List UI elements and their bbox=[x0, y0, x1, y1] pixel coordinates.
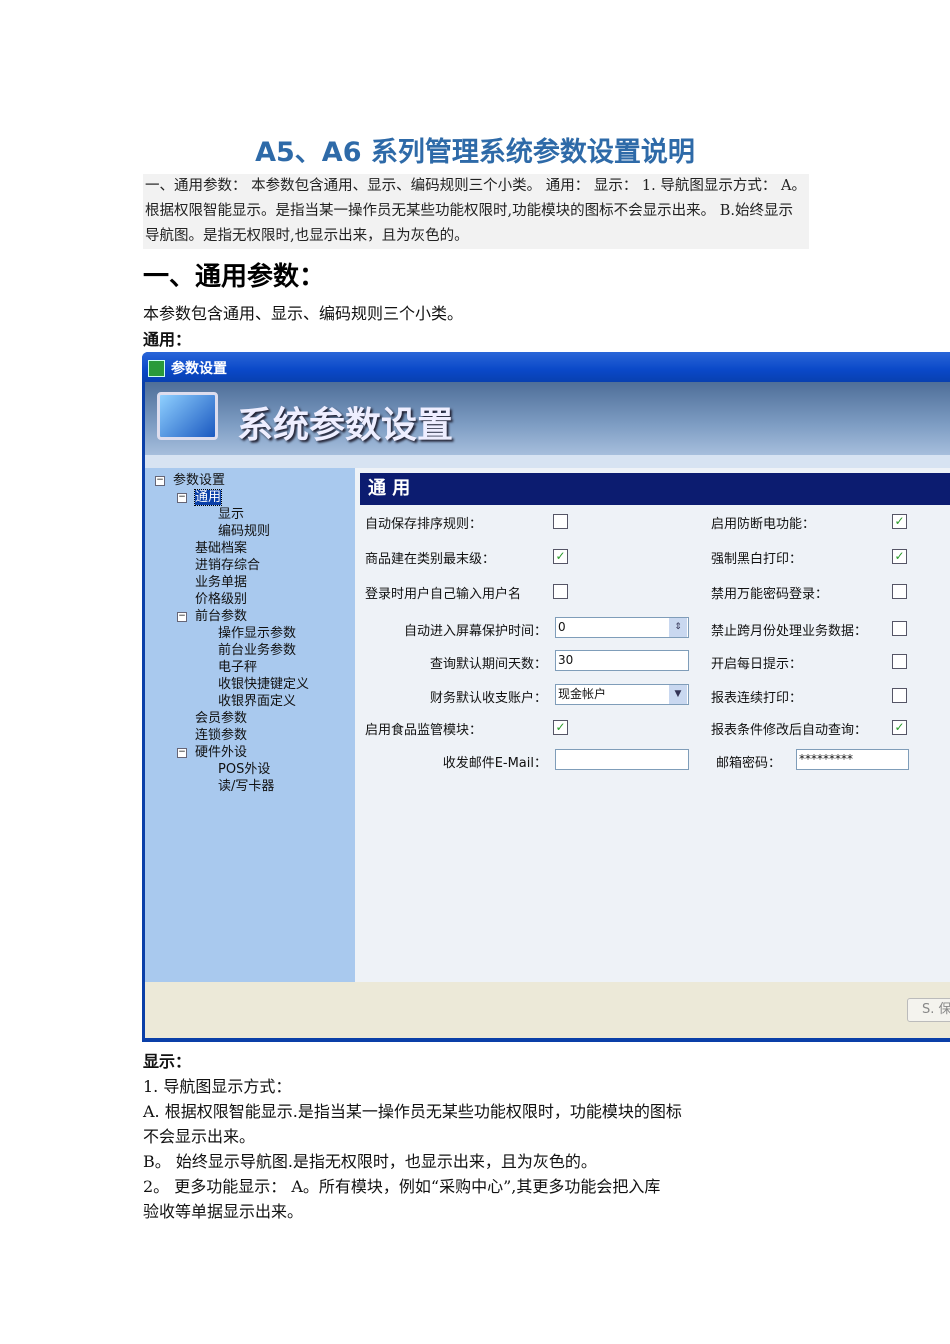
spinner-arrows-icon[interactable]: ⇕ bbox=[669, 618, 687, 637]
checkbox[interactable]: ✓ bbox=[553, 720, 568, 735]
field-label: 启用防断电功能： bbox=[711, 517, 816, 532]
display-label: 显示： bbox=[143, 1052, 192, 1071]
body-line: A. 根据权限智能显示.是指当某一操作员无某些功能权限时，功能模块的图标 bbox=[143, 1102, 682, 1121]
checkbox[interactable] bbox=[553, 514, 568, 529]
field-label: 财务默认收支账户： bbox=[429, 691, 547, 706]
text-input[interactable]: ********* bbox=[796, 749, 909, 770]
settings-tree[interactable]: − 参数设置 − 通用 显示 编码规则 基础档案 进销存综合 业务单据 价格级别 −… bbox=[145, 468, 355, 982]
summary-paragraph: 一、通用参数： 本参数包含通用、显示、编码规则三个小类。 通用： 显示： 1. … bbox=[143, 174, 809, 249]
checkbox[interactable] bbox=[892, 621, 907, 636]
text-input[interactable] bbox=[555, 749, 689, 770]
chevron-down-icon[interactable]: ▼ bbox=[669, 685, 687, 704]
field-label: 收发邮件E-Mail： bbox=[442, 756, 547, 771]
settings-window-screenshot: 参数设置 系统参数设置 − 参数设置 − 通用 显示 编码规则 基础档案 进销存综合… bbox=[142, 352, 950, 1042]
document-title: A5、A6 系列管理系统参数设置说明 bbox=[255, 137, 695, 168]
section-heading: 一、通用参数： bbox=[143, 262, 326, 292]
body-line: B。 始终显示导航图.是指无权限时，也显示出来，且为灰色的。 bbox=[143, 1152, 597, 1171]
tree-node-selected[interactable]: − 通用 bbox=[177, 486, 223, 506]
general-label: 通用： bbox=[143, 330, 192, 349]
field-label: 禁用万能密码登录： bbox=[711, 587, 829, 602]
intro-text: 本参数包含通用、显示、编码规则三个小类。 bbox=[143, 304, 464, 323]
tree-node[interactable]: 读/写卡器 bbox=[218, 775, 274, 794]
field-label: 自动保存排序规则： bbox=[365, 517, 483, 532]
banner-divider bbox=[145, 455, 950, 468]
checkbox[interactable] bbox=[892, 654, 907, 669]
checkbox[interactable]: ✓ bbox=[892, 514, 907, 529]
field-label: 报表连续打印： bbox=[711, 691, 803, 706]
panel-title: 通 用 bbox=[360, 473, 950, 505]
checkbox[interactable]: ✓ bbox=[892, 549, 907, 564]
field-label: 强制黑白打印： bbox=[711, 552, 803, 567]
field-label: 登录时用户自己输入用户名 bbox=[365, 587, 522, 602]
save-button[interactable]: S. 保 bbox=[907, 998, 950, 1022]
body-line: 1. 导航图显示方式： bbox=[143, 1077, 292, 1096]
checkbox[interactable] bbox=[892, 688, 907, 703]
field-label: 开启每日提示： bbox=[711, 657, 803, 672]
body-line: 2。 更多功能显示： A。所有模块，例如“采购中心”,其更多功能会把入库 bbox=[143, 1177, 661, 1196]
text-input[interactable]: 30 bbox=[555, 650, 689, 671]
field-label: 商品建在类别最末级： bbox=[365, 552, 496, 567]
field-label: 查询默认期间天数： bbox=[429, 657, 547, 672]
checkbox[interactable] bbox=[553, 584, 568, 599]
field-label: 禁止跨月份处理业务数据： bbox=[711, 624, 868, 639]
checkbox[interactable] bbox=[892, 584, 907, 599]
body-line: 不会显示出来。 bbox=[143, 1127, 256, 1146]
banner: 系统参数设置 bbox=[145, 382, 950, 455]
field-label: 自动进入屏幕保护时间： bbox=[403, 624, 547, 639]
app-icon bbox=[148, 360, 165, 377]
settings-panel: 通 用 自动保存排序规则： 商品建在类别最末级： ✓ 登录时用户自己输入用户名自动进入… bbox=[355, 468, 950, 982]
body-line: 验收等单据显示出来。 bbox=[143, 1202, 304, 1221]
field-label: 邮箱密码： bbox=[716, 756, 782, 771]
checkbox[interactable]: ✓ bbox=[553, 549, 568, 564]
document-page: A5、A6 系列管理系统参数设置说明 一、通用参数： 本参数包含通用、显示、编码… bbox=[0, 0, 950, 1344]
monitor-tools-icon bbox=[157, 392, 218, 440]
field-label: 启用食品监管模块： bbox=[365, 723, 483, 738]
banner-title: 系统参数设置 bbox=[237, 405, 454, 446]
button-bar: S. 保 bbox=[145, 982, 950, 1038]
field-label: 报表条件修改后自动查询： bbox=[711, 723, 868, 738]
checkbox[interactable]: ✓ bbox=[892, 720, 907, 735]
window-titlebar: 参数设置 bbox=[142, 352, 950, 382]
window-title: 参数设置 bbox=[171, 361, 227, 377]
